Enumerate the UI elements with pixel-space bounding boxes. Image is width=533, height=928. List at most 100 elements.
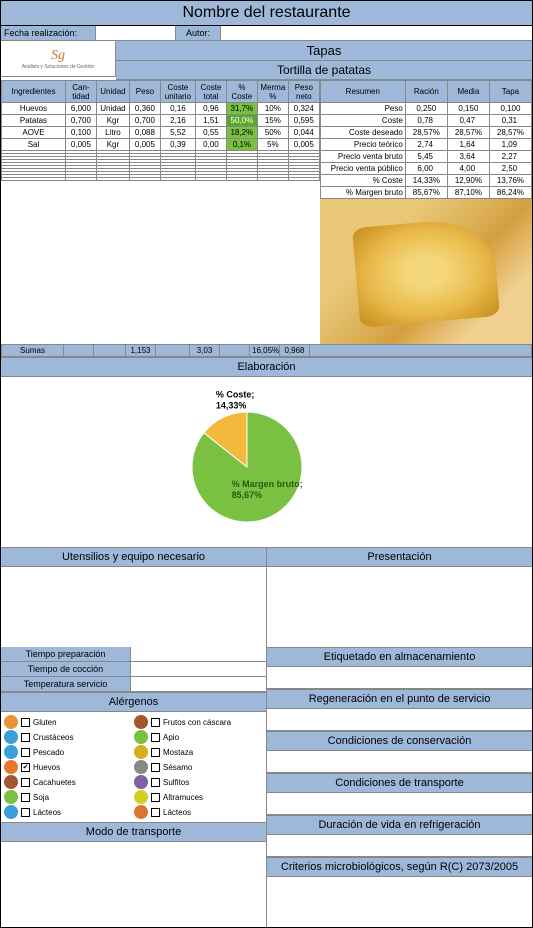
- res-val: 1,09 ‎: [489, 139, 531, 151]
- allergen-label: Mostaza: [163, 748, 193, 757]
- checkbox-icon[interactable]: [151, 778, 160, 787]
- pie-value: 85,67%: [231, 490, 262, 500]
- presentacion-box[interactable]: [267, 567, 532, 647]
- res-val: 28,57%: [447, 127, 489, 139]
- res-val: 5,45 ‎: [405, 151, 447, 163]
- ing-cell: Unidad: [96, 103, 129, 115]
- sums-row: Sumas 1,153 3,03 16,05% 0,968: [1, 344, 532, 357]
- res-key: Peso: [320, 103, 405, 115]
- allergen-item[interactable]: Gluten: [4, 715, 133, 729]
- ing-header: Unidad: [96, 81, 129, 103]
- ing-cell: 1,51: [195, 115, 226, 127]
- ing-name: AOVE: [2, 127, 66, 139]
- checkbox-icon[interactable]: [21, 733, 30, 742]
- recipe-sheet: Nombre del restaurante Fecha realización…: [0, 0, 533, 928]
- ing-header: Can-tidad: [65, 81, 96, 103]
- cond-conserv-box[interactable]: [267, 751, 532, 773]
- ing-cell: [129, 178, 160, 181]
- res-header: Resumen: [320, 81, 405, 103]
- sums-merma: 16,05%: [250, 345, 280, 357]
- res-val: 3,64 ‎: [447, 151, 489, 163]
- allergen-item[interactable]: Crustáceos: [4, 730, 133, 744]
- modo-transporte-box[interactable]: [1, 842, 266, 892]
- checkbox-icon[interactable]: ✔: [21, 763, 30, 772]
- allergen-label: Frutos con cáscara: [163, 718, 231, 727]
- logo-tagline: Análisis y Soluciones de Gestión: [22, 64, 95, 70]
- ing-cell: Litro: [96, 127, 129, 139]
- val-tiempo-prep[interactable]: [131, 647, 266, 661]
- allergen-label: Gluten: [33, 718, 57, 727]
- checkbox-icon[interactable]: [151, 748, 160, 757]
- val-tiempo-coc[interactable]: [131, 662, 266, 676]
- checkbox-icon[interactable]: [151, 733, 160, 742]
- res-val: 1,64 ‎: [447, 139, 489, 151]
- res-val: 28,57%: [405, 127, 447, 139]
- ing-cell: 50%: [257, 127, 288, 139]
- label-temp-serv: Temperatura servicio: [1, 677, 131, 691]
- allergen-item[interactable]: Altramuces: [134, 790, 263, 804]
- allergen-label: Apio: [163, 733, 179, 742]
- ing-header: Merma %: [257, 81, 288, 103]
- pie-label: % Coste;: [215, 390, 254, 400]
- section-utensilios: Utensilios y equipo necesario: [1, 547, 266, 567]
- autor-value[interactable]: [221, 26, 532, 41]
- restaurant-title: Nombre del restaurante: [1, 1, 532, 26]
- ing-cell: Kgr: [96, 115, 129, 127]
- allergen-item[interactable]: Mostaza: [134, 745, 263, 759]
- allergen-item[interactable]: Lácteos: [4, 805, 133, 819]
- allergen-icon: [4, 730, 18, 744]
- res-val: 0,31 ‎: [489, 115, 531, 127]
- allergens-grid: Gluten Frutos con cáscara Crustáceos Apio Pe…: [1, 712, 266, 822]
- allergen-item[interactable]: Lácteos: [134, 805, 263, 819]
- checkbox-icon[interactable]: [151, 808, 160, 817]
- val-temp-serv[interactable]: [131, 677, 266, 691]
- checkbox-icon[interactable]: [21, 793, 30, 802]
- section-criterios: Criterios microbiológicos, según R(C) 20…: [267, 857, 532, 877]
- checkbox-icon[interactable]: [21, 808, 30, 817]
- res-val: 14,33%: [405, 175, 447, 187]
- allergen-item[interactable]: Sulfitos: [134, 775, 263, 789]
- ing-cell: 0,360: [129, 103, 160, 115]
- fecha-value[interactable]: [96, 26, 176, 41]
- checkbox-icon[interactable]: [21, 778, 30, 787]
- allergen-item[interactable]: ✔Huevos: [4, 760, 133, 774]
- allergen-item[interactable]: Sésamo: [134, 760, 263, 774]
- allergen-item[interactable]: Pescado: [4, 745, 133, 759]
- res-val: 13,76%: [489, 175, 531, 187]
- duracion-box[interactable]: [267, 835, 532, 857]
- allergen-label: Crustáceos: [33, 733, 73, 742]
- res-val: 2,50 ‎: [489, 163, 531, 175]
- res-val: 2,27 ‎: [489, 151, 531, 163]
- checkbox-icon[interactable]: [151, 718, 160, 727]
- etiquetado-box[interactable]: [267, 667, 532, 689]
- allergen-icon: [134, 775, 148, 789]
- ing-cell: 0,39: [160, 139, 195, 151]
- dish-name: Tortilla de patatas: [116, 61, 532, 80]
- allergen-label: Sésamo: [163, 763, 192, 772]
- res-val: 28,57%: [489, 127, 531, 139]
- ing-cell: 5%: [257, 139, 288, 151]
- allergen-item[interactable]: Cacahuetes: [4, 775, 133, 789]
- cond-transp-box[interactable]: [267, 793, 532, 815]
- criterios-box[interactable]: [267, 877, 532, 927]
- allergen-item[interactable]: Soja: [4, 790, 133, 804]
- res-val: 2,74 ‎: [405, 139, 447, 151]
- checkbox-icon[interactable]: [21, 748, 30, 757]
- ing-cell: 18,2%: [226, 127, 257, 139]
- ing-cell: 50,0%: [226, 115, 257, 127]
- ing-header: Coste total: [195, 81, 226, 103]
- allergen-item[interactable]: Frutos con cáscara: [134, 715, 263, 729]
- regeneracion-box[interactable]: [267, 709, 532, 731]
- allergen-icon: [134, 715, 148, 729]
- allergen-icon: [4, 775, 18, 789]
- checkbox-icon[interactable]: [21, 718, 30, 727]
- res-val: 0,47 ‎: [447, 115, 489, 127]
- ing-cell: 0,044: [288, 127, 319, 139]
- ing-cell: 6,000: [65, 103, 96, 115]
- checkbox-icon[interactable]: [151, 793, 160, 802]
- allergen-item[interactable]: Apio: [134, 730, 263, 744]
- checkbox-icon[interactable]: [151, 763, 160, 772]
- res-val: 0,150: [447, 103, 489, 115]
- utensilios-box[interactable]: [1, 567, 266, 647]
- pie-value: 14,33%: [215, 401, 246, 411]
